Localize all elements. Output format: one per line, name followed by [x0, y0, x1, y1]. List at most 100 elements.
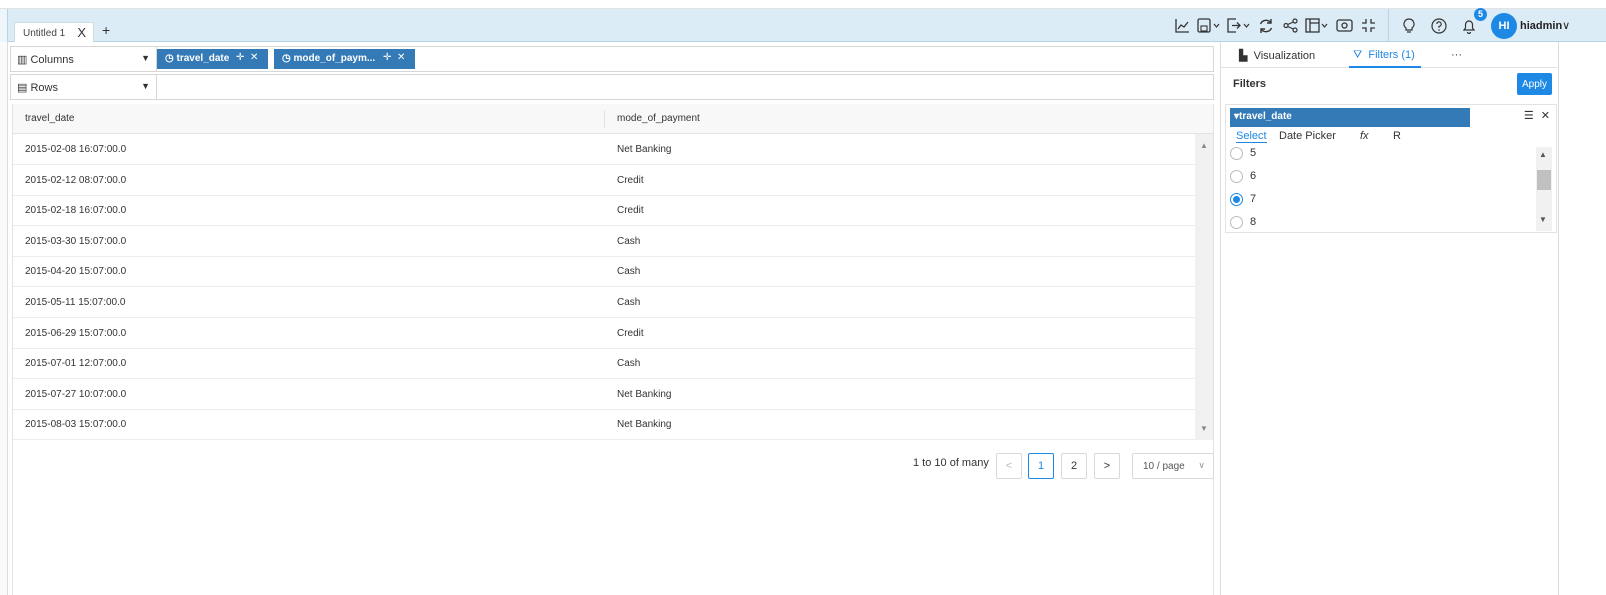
user-menu[interactable]: hiadmin∨	[1520, 19, 1570, 32]
right-panel: ▙ Visualization ⛛ Filters (1) ··· Filter…	[1220, 42, 1559, 595]
layout-icon[interactable]	[1302, 14, 1332, 38]
filter-tab-fx[interactable]: fx	[1360, 130, 1369, 142]
columns-shelf[interactable]: ▥ Columns ▼ ◷ travel_date ✛ ✕ ◷ mode_of_…	[10, 46, 1214, 72]
cell-travel-date: 2015-02-12 08:07:00.0	[25, 174, 127, 186]
cell-mode-of-payment: Credit	[617, 174, 644, 186]
line-chart-icon[interactable]	[1170, 14, 1194, 38]
radio-button[interactable]	[1230, 216, 1243, 229]
filter-scrollbar[interactable]: ▲ ▼	[1536, 147, 1552, 231]
pill-label: travel_date	[176, 53, 230, 64]
table-row[interactable]: 2015-03-30 15:07:00.0 Cash	[13, 226, 1195, 257]
grid-scrollbar[interactable]: ▲ ▼	[1195, 134, 1213, 440]
bell-icon[interactable]: 5	[1457, 7, 1487, 38]
prev-page-button[interactable]: <	[996, 453, 1022, 479]
scroll-down-icon[interactable]: ▼	[1539, 215, 1547, 224]
filter-tab-r[interactable]: R	[1393, 130, 1401, 142]
table-row[interactable]: 2015-07-01 12:07:00.0 Cash	[13, 348, 1195, 380]
rows-icon: ▤	[17, 82, 31, 94]
tab-close-icon[interactable]: X	[77, 25, 86, 40]
radio-button[interactable]	[1230, 170, 1243, 183]
pill-travel-date[interactable]: ◷ travel_date ✛ ✕	[157, 49, 268, 69]
notification-badge: 5	[1474, 7, 1487, 21]
more-options-icon[interactable]: ···	[1451, 49, 1462, 61]
table-row[interactable]: 2015-02-08 16:07:00.0 Net Banking	[13, 134, 1195, 165]
columns-shelf-label[interactable]: ▥ Columns ▼	[11, 47, 157, 71]
filter-option-label: 7	[1250, 193, 1257, 205]
page-size-select[interactable]: 10 / page ∨	[1132, 453, 1214, 479]
cell-mode-of-payment: Net Banking	[617, 419, 672, 431]
cell-travel-date: 2015-03-30 15:07:00.0	[25, 235, 127, 247]
avatar[interactable]: HI	[1491, 12, 1517, 39]
page-button-1[interactable]: 1	[1028, 453, 1054, 479]
filter-option-label: 5	[1250, 147, 1257, 159]
check-circle-icon: ◷	[165, 53, 177, 64]
tab-label: Untitled 1	[23, 28, 66, 39]
filter-option-label: 6	[1250, 170, 1257, 182]
help-icon[interactable]	[1427, 14, 1451, 38]
preview-icon[interactable]	[1332, 14, 1356, 38]
pill-close-icon[interactable]: ✕	[397, 52, 405, 63]
table-row[interactable]: 2015-08-03 15:07:00.0 Net Banking	[13, 409, 1195, 441]
table-row[interactable]: 2015-04-20 15:07:00.0 Cash	[13, 256, 1195, 288]
filter-tab-select[interactable]: Select	[1236, 130, 1267, 143]
panel-tabs: ▙ Visualization ⛛ Filters (1) ···	[1221, 42, 1559, 68]
column-header-travel-date[interactable]: travel_date	[25, 113, 74, 124]
scroll-up-icon[interactable]: ▲	[1200, 141, 1208, 150]
scroll-thumb[interactable]	[1537, 170, 1551, 190]
cell-travel-date: 2015-04-20 15:07:00.0	[25, 266, 127, 278]
tab-filters[interactable]: ⛛ Filters (1)	[1353, 49, 1415, 62]
table-row[interactable]: 2015-02-18 16:07:00.0 Credit	[13, 195, 1195, 227]
radio-button[interactable]	[1230, 193, 1243, 206]
table-row[interactable]: 2015-07-27 10:07:00.0 Net Banking	[13, 379, 1195, 410]
export-icon[interactable]	[1224, 14, 1254, 38]
move-icon[interactable]: ✛	[383, 52, 391, 63]
page-size-value: 10 / page	[1143, 461, 1185, 472]
add-tab-button[interactable]: +	[102, 22, 110, 38]
pill-close-icon[interactable]: ✕	[250, 52, 258, 63]
top-strip	[0, 0, 1606, 9]
filters-title: Filters	[1233, 78, 1267, 90]
share-icon[interactable]	[1278, 14, 1302, 38]
toolbar-divider	[1388, 9, 1389, 42]
rows-shelf-label[interactable]: ▤ Rows ▼	[11, 75, 157, 99]
right-edge-panel	[1558, 42, 1606, 595]
cell-travel-date: 2015-05-11 15:07:00.0	[25, 297, 126, 308]
table-row[interactable]: 2015-06-29 15:07:00.0 Credit	[13, 318, 1195, 349]
scroll-up-icon[interactable]: ▲	[1539, 150, 1547, 159]
cell-mode-of-payment: Cash	[617, 297, 641, 308]
active-tab-indicator	[1349, 66, 1421, 68]
cell-mode-of-payment: Credit	[617, 205, 644, 217]
cell-mode-of-payment: Cash	[617, 235, 641, 247]
filter-card: ▾travel_date ☰ ✕ Select Date Picker fx R…	[1225, 104, 1557, 233]
fullscreen-icon[interactable]	[1356, 14, 1380, 38]
filter-field-header[interactable]: ▾travel_date	[1230, 108, 1470, 127]
move-icon[interactable]: ✛	[236, 52, 244, 63]
tab-visualization[interactable]: ▙ Visualization	[1239, 49, 1315, 62]
caret-down-icon[interactable]: ▼	[141, 81, 150, 91]
column-header-mode-of-payment[interactable]: mode_of_payment	[617, 113, 700, 124]
caret-down-icon[interactable]: ▼	[141, 53, 150, 63]
apply-button[interactable]: Apply	[1517, 73, 1552, 95]
column-divider[interactable]	[604, 110, 605, 128]
bulb-icon[interactable]	[1397, 14, 1421, 38]
left-edge	[0, 9, 8, 42]
data-grid: travel_date mode_of_payment 2015-02-08 1…	[12, 104, 1214, 595]
tab-untitled[interactable]: Untitled 1 X	[14, 22, 94, 42]
refresh-icon[interactable]	[1254, 14, 1278, 38]
save-icon[interactable]	[1194, 14, 1224, 38]
table-row[interactable]: 2015-05-11 15:07:00.0 Cash	[13, 287, 1195, 318]
cell-travel-date: 2015-02-18 16:07:00.0	[25, 205, 127, 217]
cell-travel-date: 2015-07-27 10:07:00.0	[25, 388, 127, 400]
next-page-button[interactable]: >	[1094, 453, 1120, 479]
rows-shelf[interactable]: ▤ Rows ▼	[10, 74, 1214, 100]
radio-button[interactable]	[1230, 147, 1243, 160]
scroll-down-icon[interactable]: ▼	[1200, 424, 1208, 433]
filter-close-icon[interactable]: ✕	[1541, 110, 1550, 122]
list-icon[interactable]: ☰	[1524, 110, 1534, 122]
page-button-2[interactable]: 2	[1061, 453, 1087, 479]
pill-mode-of-payment[interactable]: ◷ mode_of_paym... ✛ ✕	[274, 49, 415, 69]
grid-header: travel_date mode_of_payment	[13, 104, 1213, 134]
table-row[interactable]: 2015-02-12 08:07:00.0 Credit	[13, 165, 1195, 196]
filter-tab-date-picker[interactable]: Date Picker	[1279, 130, 1336, 142]
pagination-summary: 1 to 10 of many	[913, 457, 989, 469]
